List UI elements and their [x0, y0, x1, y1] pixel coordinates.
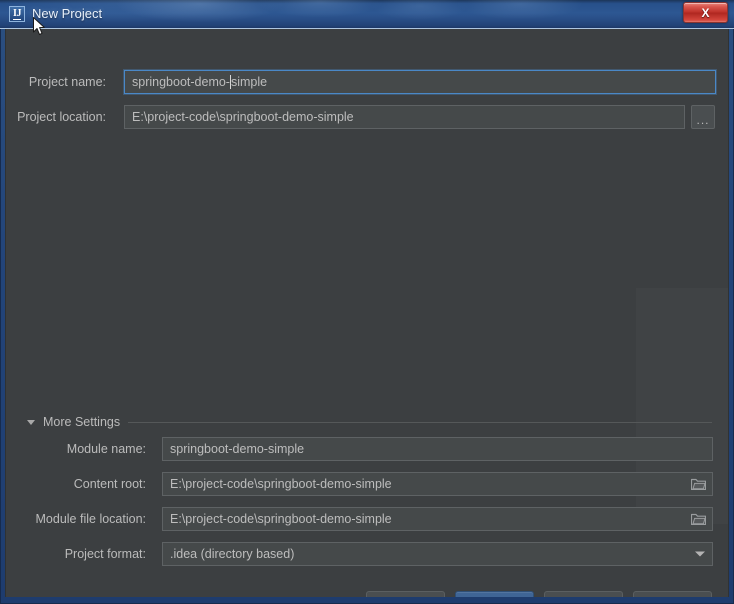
close-button[interactable]: X [683, 2, 728, 23]
project-location-label: Project location: [17, 110, 106, 124]
module-name-row: Module name: springboot-demo-simple [6, 437, 728, 461]
close-icon: X [701, 5, 710, 20]
project-format-row: Project format: .idea (directory based) [6, 542, 728, 566]
content-root-label: Content root: [73, 477, 146, 491]
module-file-location-value: E:\project-code\springboot-demo-simple [170, 512, 392, 526]
intellij-idea-icon: IJ [9, 6, 25, 22]
ellipsis-icon: ... [696, 113, 710, 127]
project-name-value-after-caret: simple [230, 75, 268, 89]
module-file-location-label: Module file location: [35, 512, 146, 526]
project-name-input[interactable]: springboot-demo-simple [124, 70, 716, 94]
dialog-content: Project name: springboot-demo-simple Pro… [5, 29, 729, 597]
project-format-label: Project format: [64, 547, 146, 561]
browse-location-button[interactable]: ... [691, 105, 715, 129]
project-name-value-before-caret: springboot-demo- [132, 75, 230, 89]
app-icon-label: IJ [13, 7, 21, 20]
project-location-value: E:\project-code\springboot-demo-simple [132, 110, 354, 124]
help-button[interactable]: Help [633, 591, 712, 597]
project-name-row: Project name: springboot-demo-simple [6, 70, 728, 94]
cancel-button[interactable]: Cancel [544, 591, 623, 597]
dialog-button-bar: Previous Finish Cancel Help [6, 590, 728, 597]
module-name-label: Module name: [66, 442, 146, 456]
project-format-value: .idea (directory based) [170, 547, 295, 561]
window-title: New Project [32, 6, 103, 21]
project-location-row: Project location: E:\project-code\spring… [6, 105, 728, 129]
section-divider [128, 421, 712, 423]
finish-button[interactable]: Finish [455, 591, 534, 597]
content-root-input[interactable]: E:\project-code\springboot-demo-simple [162, 472, 713, 496]
folder-icon[interactable] [691, 478, 706, 490]
triangle-down-icon[interactable] [27, 419, 35, 425]
previous-button[interactable]: Previous [366, 591, 445, 597]
chevron-down-icon[interactable] [695, 551, 705, 557]
more-settings-section-header[interactable]: More Settings [6, 414, 728, 430]
project-name-label: Project name: [28, 75, 106, 89]
project-basics-form: Project name: springboot-demo-simple Pro… [6, 29, 728, 129]
module-file-location-row: Module file location: E:\project-code\sp… [6, 507, 728, 531]
project-format-select[interactable]: .idea (directory based) [162, 542, 713, 566]
folder-icon[interactable] [691, 513, 706, 525]
module-name-input[interactable]: springboot-demo-simple [162, 437, 713, 461]
module-name-value: springboot-demo-simple [170, 442, 305, 456]
content-root-value: E:\project-code\springboot-demo-simple [170, 477, 392, 491]
more-settings-label: More Settings [43, 415, 121, 429]
title-bar[interactable]: IJ New Project X [0, 0, 734, 29]
content-root-row: Content root: E:\project-code\springboot… [6, 472, 728, 496]
dialog-window: IJ New Project X Project name: springboo… [0, 0, 734, 604]
project-location-input[interactable]: E:\project-code\springboot-demo-simple [124, 105, 685, 129]
module-file-location-input[interactable]: E:\project-code\springboot-demo-simple [162, 507, 713, 531]
